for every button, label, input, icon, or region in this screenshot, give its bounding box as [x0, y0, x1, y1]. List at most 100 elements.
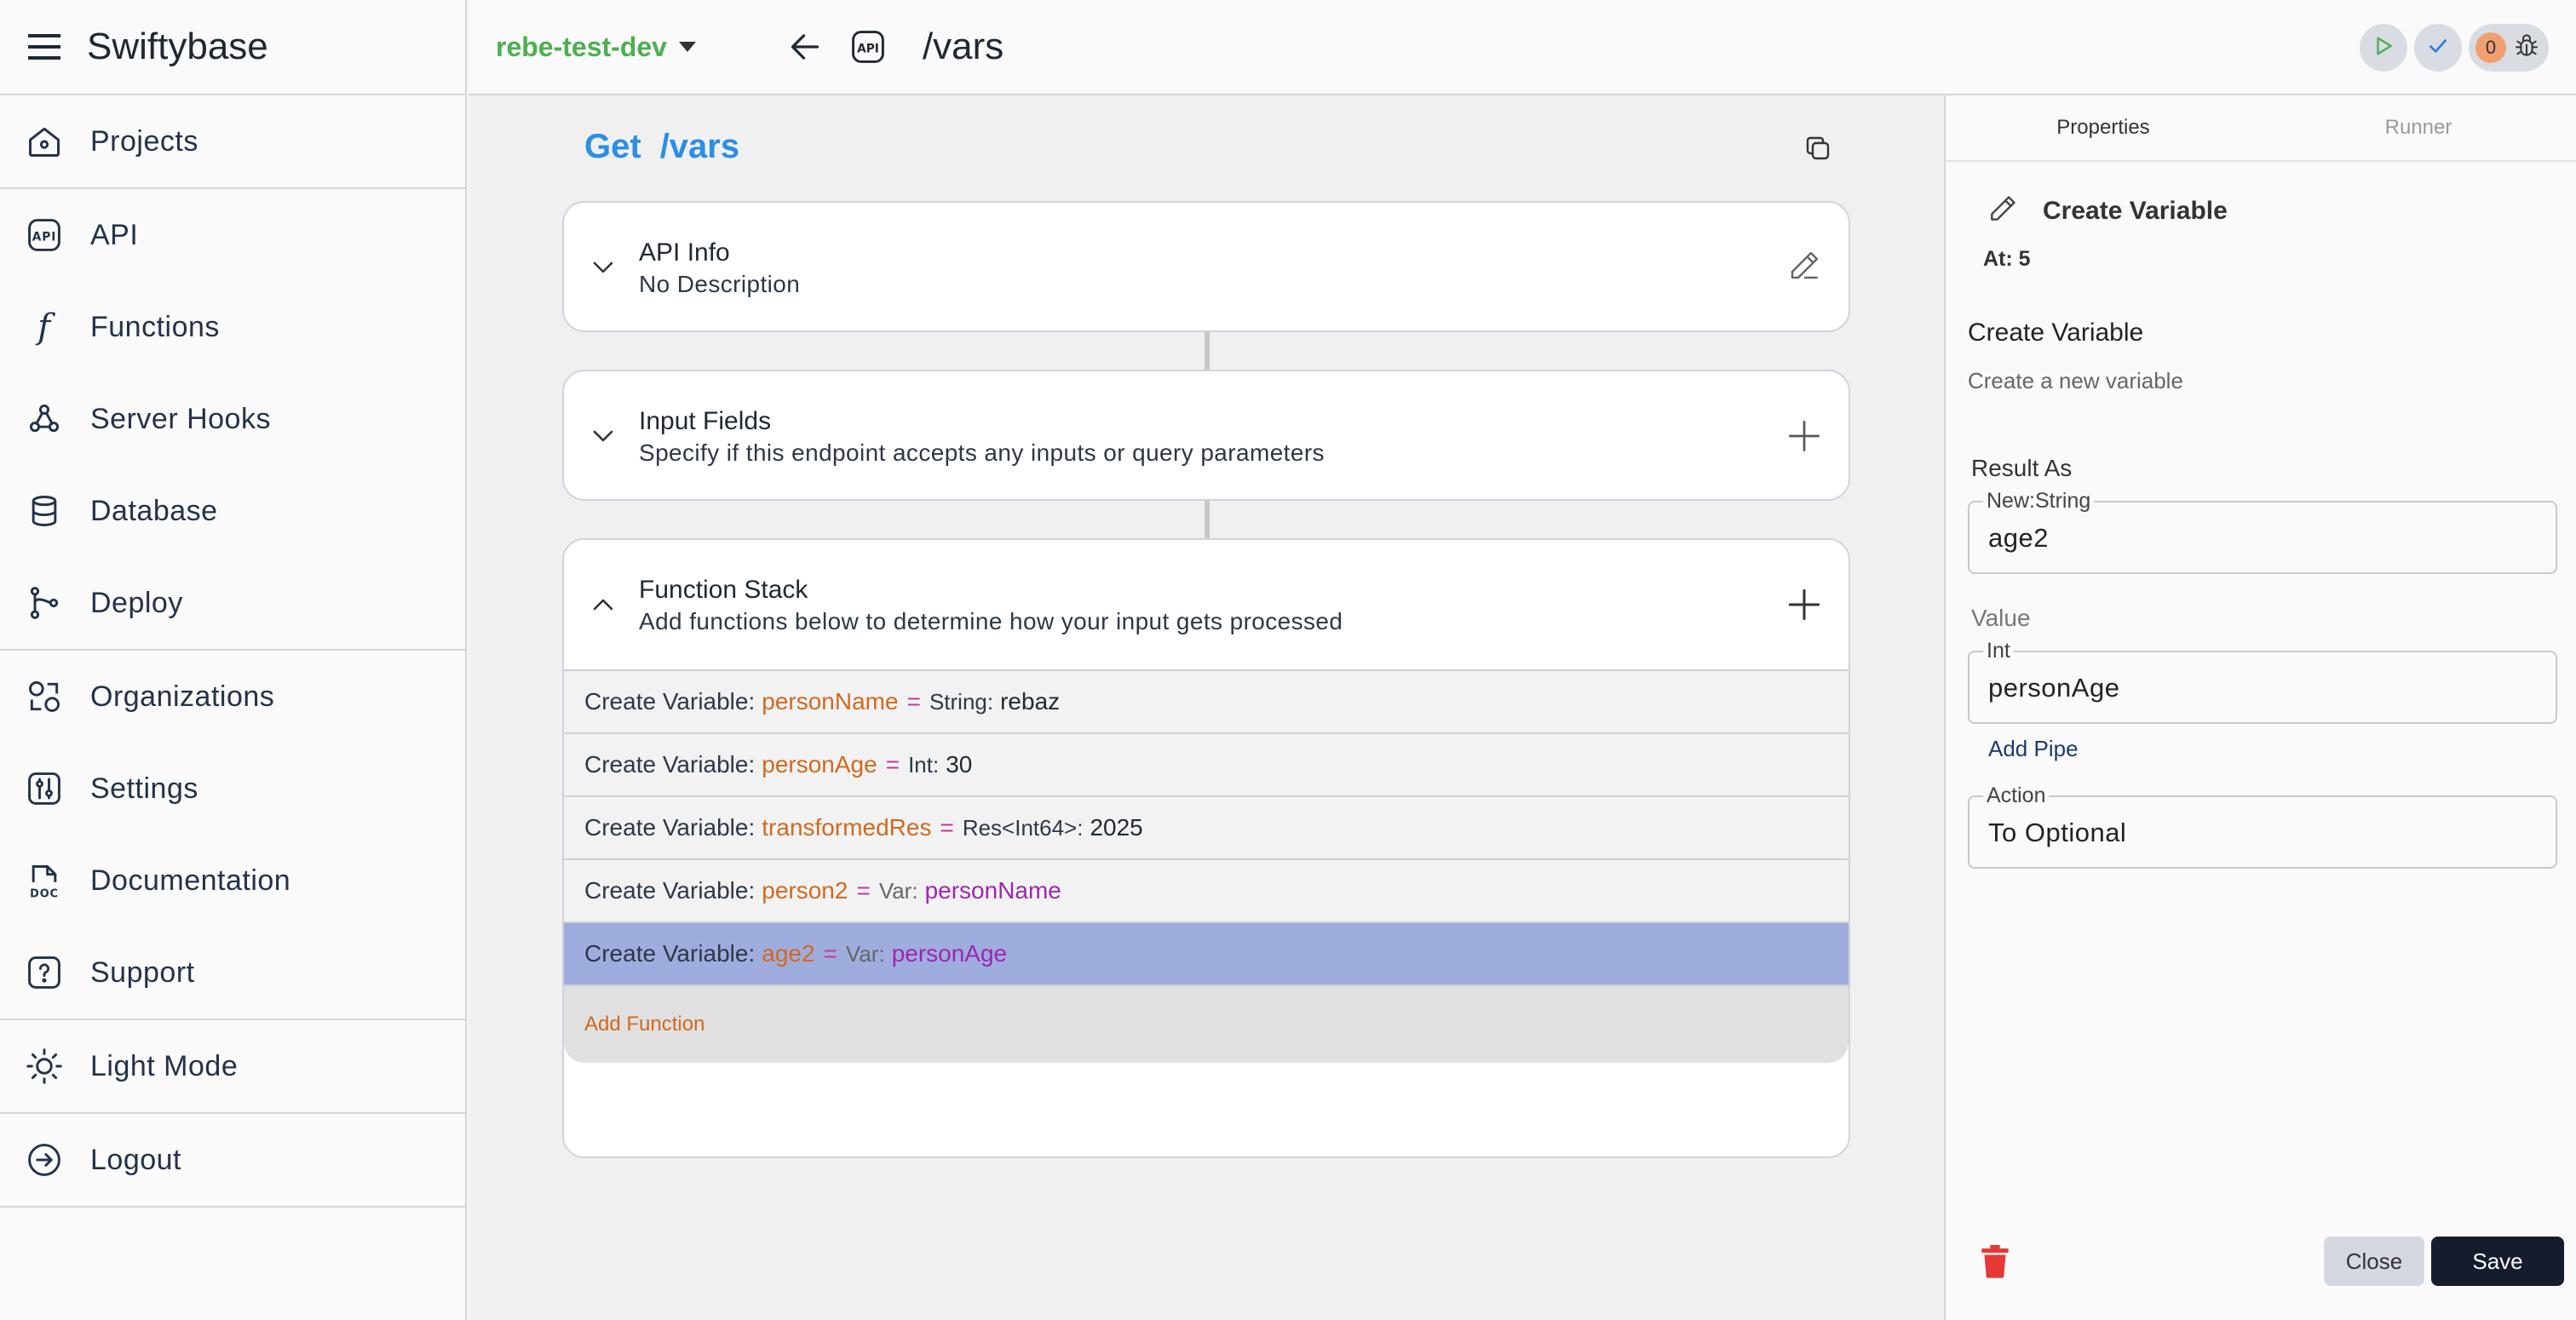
- project-name: rebe-test-dev: [496, 31, 667, 62]
- function-row[interactable]: Create Variable: person2 = Var: personNa…: [564, 858, 1849, 921]
- add-function-plus-icon[interactable]: [1784, 584, 1825, 625]
- app-title: Swiftybase: [87, 26, 268, 67]
- value-literal: 2025: [1090, 814, 1143, 841]
- logout-icon: [24, 1139, 65, 1180]
- equals-sign: =: [885, 751, 900, 778]
- sidebar-item-light-mode[interactable]: Light Mode: [0, 1020, 465, 1112]
- endpoint-heading: Get /vars: [584, 128, 739, 166]
- api-info-card: API Info No Description: [562, 201, 1850, 332]
- position-label: At: 5: [1983, 247, 2031, 271]
- card-description: No Description: [639, 271, 801, 297]
- function-icon: f: [24, 307, 65, 347]
- add-input-plus-icon[interactable]: [1784, 416, 1825, 456]
- equals-sign: =: [823, 940, 837, 967]
- webhook-icon: [24, 399, 65, 439]
- svg-text:DOC: DOC: [30, 887, 59, 899]
- value-field[interactable]: Int personAge: [1968, 639, 2557, 724]
- sidebar-item-label: Organizations: [90, 680, 275, 713]
- http-method: Get: [584, 128, 641, 165]
- svg-text:f: f: [35, 308, 55, 346]
- caret-down-icon: [678, 42, 696, 52]
- sidebar-item-logout[interactable]: Logout: [0, 1114, 465, 1206]
- add-pipe-link[interactable]: Add Pipe: [1988, 736, 2079, 762]
- house-icon: [24, 121, 65, 162]
- copy-icon[interactable]: [1799, 129, 1837, 167]
- card-title: API Info: [639, 238, 730, 267]
- sidebar-group-account: Organizations Settings DOC Documentation…: [0, 651, 465, 1020]
- value-variable: personAge: [891, 940, 1008, 967]
- debug-button[interactable]: 0: [2469, 24, 2549, 72]
- value-literal: 30: [946, 751, 973, 778]
- run-button[interactable]: [2360, 24, 2407, 72]
- value-variable: personName: [924, 877, 1061, 904]
- edit-pencil-icon[interactable]: [1784, 245, 1825, 286]
- sidebar-item-documentation[interactable]: DOC Documentation: [0, 835, 465, 927]
- variable-name: transformedRes: [762, 814, 932, 841]
- function-prefix: Create Variable:: [584, 688, 756, 715]
- sidebar-item-deploy[interactable]: Deploy: [0, 557, 465, 649]
- sidebar-item-api[interactable]: API API: [0, 189, 465, 281]
- sidebar-item-projects[interactable]: Projects: [0, 95, 465, 187]
- action-field[interactable]: Action To Optional: [1968, 783, 2557, 869]
- tab-runner[interactable]: Runner: [2261, 95, 2576, 160]
- chevron-down-icon[interactable]: [589, 254, 617, 281]
- variable-name: person2: [762, 877, 848, 904]
- function-description: Create a new variable: [1968, 368, 2183, 393]
- sidebar-group-logout: Logout: [0, 1114, 465, 1208]
- card-description: Add functions below to determine how you…: [639, 608, 1343, 634]
- variable-name: personAge: [762, 751, 877, 778]
- panel-title: Create Variable: [2043, 196, 2228, 225]
- sidebar-item-settings[interactable]: Settings: [0, 743, 465, 835]
- sidebar-item-database[interactable]: Database: [0, 465, 465, 557]
- card-connector: [1205, 501, 1210, 538]
- git-branch-icon: [24, 583, 65, 623]
- top-bar: rebe-test-dev API /vars 0: [469, 0, 2576, 95]
- value-label: Value: [1971, 605, 2031, 631]
- back-arrow-icon[interactable]: [785, 26, 825, 67]
- function-row[interactable]: Create Variable: personAge = Int: 30: [564, 732, 1849, 795]
- add-function-label: Add Function: [584, 1013, 705, 1036]
- card-description: Specify if this endpoint accepts any inp…: [639, 439, 1325, 466]
- function-row-selected[interactable]: Create Variable: age2 = Var: personAge: [564, 921, 1849, 984]
- value-value: personAge: [1988, 673, 2120, 703]
- equals-sign: =: [906, 688, 921, 715]
- sidebar-item-functions[interactable]: f Functions: [0, 281, 465, 373]
- sidebar-group-build: API API f Functions Server Hooks Databas…: [0, 189, 465, 651]
- result-value: age2: [1988, 523, 2049, 553]
- value-type-legend: Int: [1983, 639, 2014, 663]
- panel-header: Create Variable: [1987, 192, 2228, 229]
- endpoint-editor: Get /vars API Info No Description Input …: [469, 95, 1944, 1320]
- menu-icon[interactable]: [26, 28, 63, 66]
- action-legend: Action: [1983, 783, 2050, 808]
- sidebar-item-label: Light Mode: [90, 1049, 239, 1082]
- function-row[interactable]: Create Variable: personName = String: re…: [564, 669, 1849, 732]
- project-selector[interactable]: rebe-test-dev: [496, 32, 696, 63]
- chevron-up-icon[interactable]: [589, 591, 617, 618]
- sidebar-item-server-hooks[interactable]: Server Hooks: [0, 373, 465, 465]
- value-type: String:: [929, 688, 994, 715]
- validate-button[interactable]: [2414, 24, 2462, 72]
- trash-icon[interactable]: [1978, 1242, 2012, 1281]
- function-row[interactable]: Create Variable: transformedRes = Res<In…: [564, 795, 1849, 858]
- sidebar-item-label: Database: [90, 494, 218, 527]
- sidebar-group-theme: Light Mode: [0, 1020, 465, 1114]
- add-function-button[interactable]: Add Function: [564, 984, 1849, 1063]
- card-title: Input Fields: [639, 407, 772, 435]
- function-stack-card: Function Stack Add functions below to de…: [562, 538, 1850, 1158]
- chevron-down-icon[interactable]: [589, 422, 617, 450]
- svg-text:API: API: [32, 230, 57, 244]
- sidebar-item-label: Server Hooks: [90, 402, 271, 435]
- help-icon: [24, 952, 65, 993]
- tab-properties[interactable]: Properties: [1946, 95, 2261, 160]
- sidebar-group-projects: Projects: [0, 95, 465, 189]
- result-field[interactable]: New:String age2: [1968, 489, 2557, 574]
- input-fields-card: Input Fields Specify if this endpoint ac…: [562, 370, 1850, 501]
- value-type: Var:: [845, 940, 885, 967]
- save-button[interactable]: Save: [2431, 1237, 2564, 1286]
- sidebar: Swiftybase Projects API API f Functions: [0, 0, 467, 1320]
- sidebar-item-organizations[interactable]: Organizations: [0, 651, 465, 743]
- pencil-icon: [1987, 192, 2019, 229]
- sidebar-item-support[interactable]: Support: [0, 927, 465, 1019]
- sidebar-item-label: Projects: [90, 124, 198, 158]
- close-button[interactable]: Close: [2324, 1237, 2424, 1286]
